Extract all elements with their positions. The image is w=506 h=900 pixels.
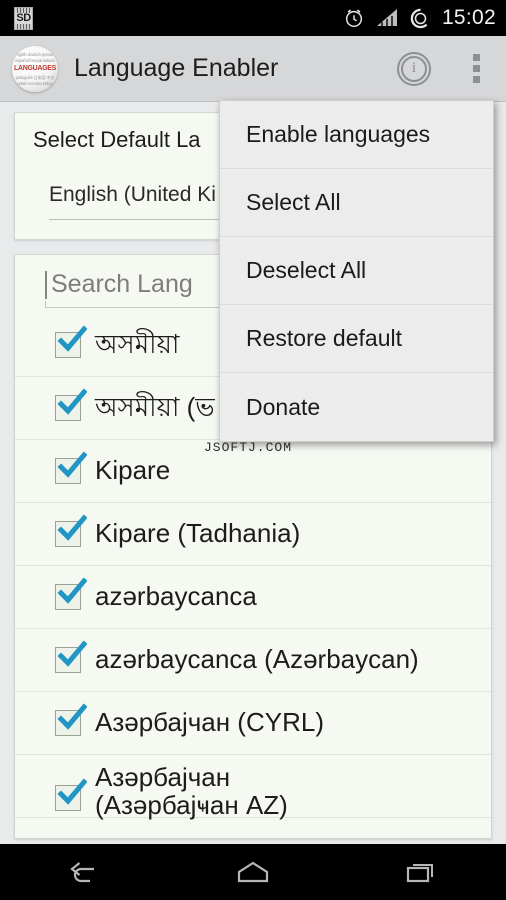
language-list-item[interactable]: Азәрбајчан (Азәрбајҹан AZ) (15, 755, 491, 820)
language-list-item[interactable]: Kipare (Tadhania) (15, 503, 491, 566)
language-checkbox[interactable] (55, 576, 87, 610)
back-button[interactable] (39, 844, 129, 900)
language-checkbox[interactable] (55, 450, 87, 484)
home-icon (237, 861, 269, 883)
navigation-bar (0, 844, 506, 900)
menu-item[interactable]: Enable languages (220, 101, 493, 169)
sd-card-icon-label: SD (15, 11, 32, 24)
recents-button[interactable] (377, 844, 467, 900)
checkmark-icon (57, 387, 87, 415)
action-bar-buttons: i (397, 51, 488, 86)
menu-item[interactable]: Donate (220, 373, 493, 441)
back-arrow-icon (70, 862, 95, 883)
site-watermark: JSOFTJ.COM (204, 440, 293, 455)
info-icon-letter: i (401, 55, 427, 82)
checkmark-icon (57, 639, 87, 667)
action-bar: english deutsch русский español français… (0, 36, 506, 102)
overflow-dot-3 (473, 76, 480, 83)
language-checkbox[interactable] (55, 702, 87, 736)
overflow-dot-1 (473, 54, 480, 61)
language-name: azərbaycanca (95, 581, 257, 612)
checkmark-icon (57, 324, 87, 352)
language-name: Kipare (95, 455, 171, 486)
checkmark-icon (57, 576, 87, 604)
language-name: Азәрбајчан (CYRL) (95, 707, 324, 738)
language-list-item[interactable]: Азәрбајчан (CYRL) (15, 692, 491, 755)
language-checkbox[interactable] (55, 324, 87, 358)
language-name: Kipare (Tadhania) (95, 518, 301, 549)
language-checkbox[interactable] (55, 513, 87, 547)
language-name: azərbaycanca (Azərbaycan) (95, 644, 419, 675)
checkmark-icon (57, 513, 87, 541)
language-name: অসমীয়া (ভ (95, 392, 215, 423)
logo-cloud-line-2: español français italiano (15, 57, 55, 63)
alarm-clock-icon (345, 9, 363, 27)
status-bar-notifications: SD (14, 6, 33, 30)
logo-cloud-line-1: english deutsch русский (14, 51, 56, 57)
logo-main-word: LANGUAGES (13, 64, 57, 72)
status-bar: SD 15:02 (0, 0, 506, 36)
logo-cloud-line-4: polski svenska türkçe (17, 80, 53, 86)
overflow-dot-2 (473, 65, 480, 72)
recents-icon (406, 864, 433, 883)
battery-circle-icon (410, 8, 431, 28)
page-title: Language Enabler (74, 54, 279, 82)
checkmark-icon (57, 702, 87, 730)
language-list-item[interactable]: azərbaycanca (Azərbaycan) (15, 629, 491, 692)
language-name: অসমীয়া (95, 329, 180, 360)
status-bar-clock: 15:02 (441, 6, 496, 29)
signal-bars-icon (376, 9, 397, 26)
status-bar-system-icons: 15:02 (343, 6, 496, 30)
language-checkbox[interactable] (55, 639, 87, 673)
overflow-popup-menu[interactable]: Enable languages Select All Deselect All Re… (219, 100, 494, 442)
app-logo-icon: english deutsch русский español français… (12, 45, 58, 92)
menu-item[interactable]: Select All (220, 169, 493, 237)
sd-card-icon: SD (14, 6, 33, 30)
overflow-menu-icon[interactable] (465, 52, 488, 85)
language-name: Азәрбајчан (Азәрбајҹан AZ) (95, 761, 288, 820)
info-icon[interactable]: i (397, 51, 431, 86)
checkmark-icon (57, 777, 87, 805)
menu-item[interactable]: Deselect All (220, 237, 493, 305)
language-list-item[interactable]: azərbaycanca (15, 566, 491, 629)
phone-screen: SD 15:02 english deutsch русский español… (0, 0, 506, 900)
menu-item[interactable]: Restore default (220, 305, 493, 373)
home-button[interactable] (208, 844, 298, 900)
language-checkbox[interactable] (55, 777, 87, 811)
checkmark-icon (57, 450, 87, 478)
language-checkbox[interactable] (55, 387, 87, 421)
